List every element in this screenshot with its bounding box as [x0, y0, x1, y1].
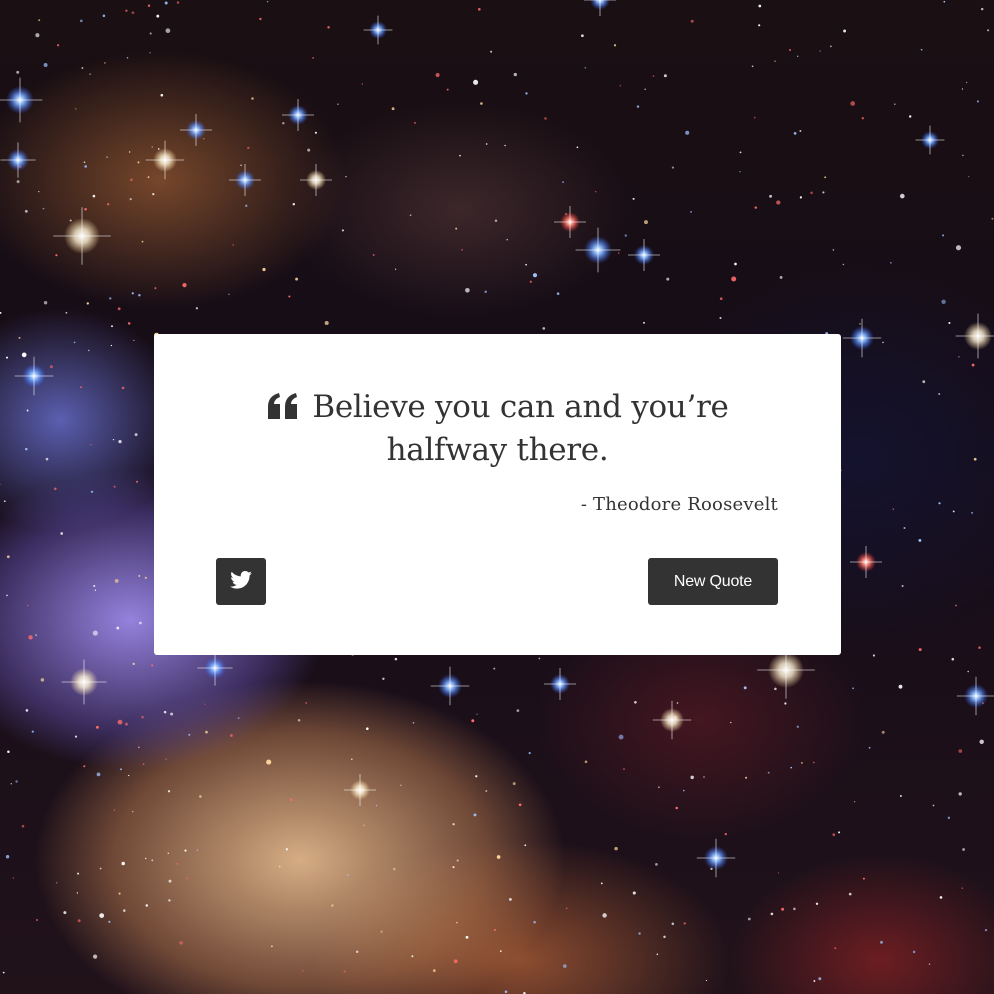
- quote-card: Believe you can and you’re halfway there…: [154, 334, 841, 655]
- tweet-button[interactable]: [216, 558, 266, 605]
- new-quote-button[interactable]: New Quote: [648, 558, 778, 605]
- quote-text: Believe you can and you’re halfway there…: [312, 389, 729, 468]
- quote-text-block: Believe you can and you’re halfway there…: [214, 386, 781, 472]
- quote-author: - Theodore Roosevelt: [580, 494, 778, 515]
- quote-left-icon: [266, 388, 300, 419]
- twitter-icon: [230, 570, 252, 593]
